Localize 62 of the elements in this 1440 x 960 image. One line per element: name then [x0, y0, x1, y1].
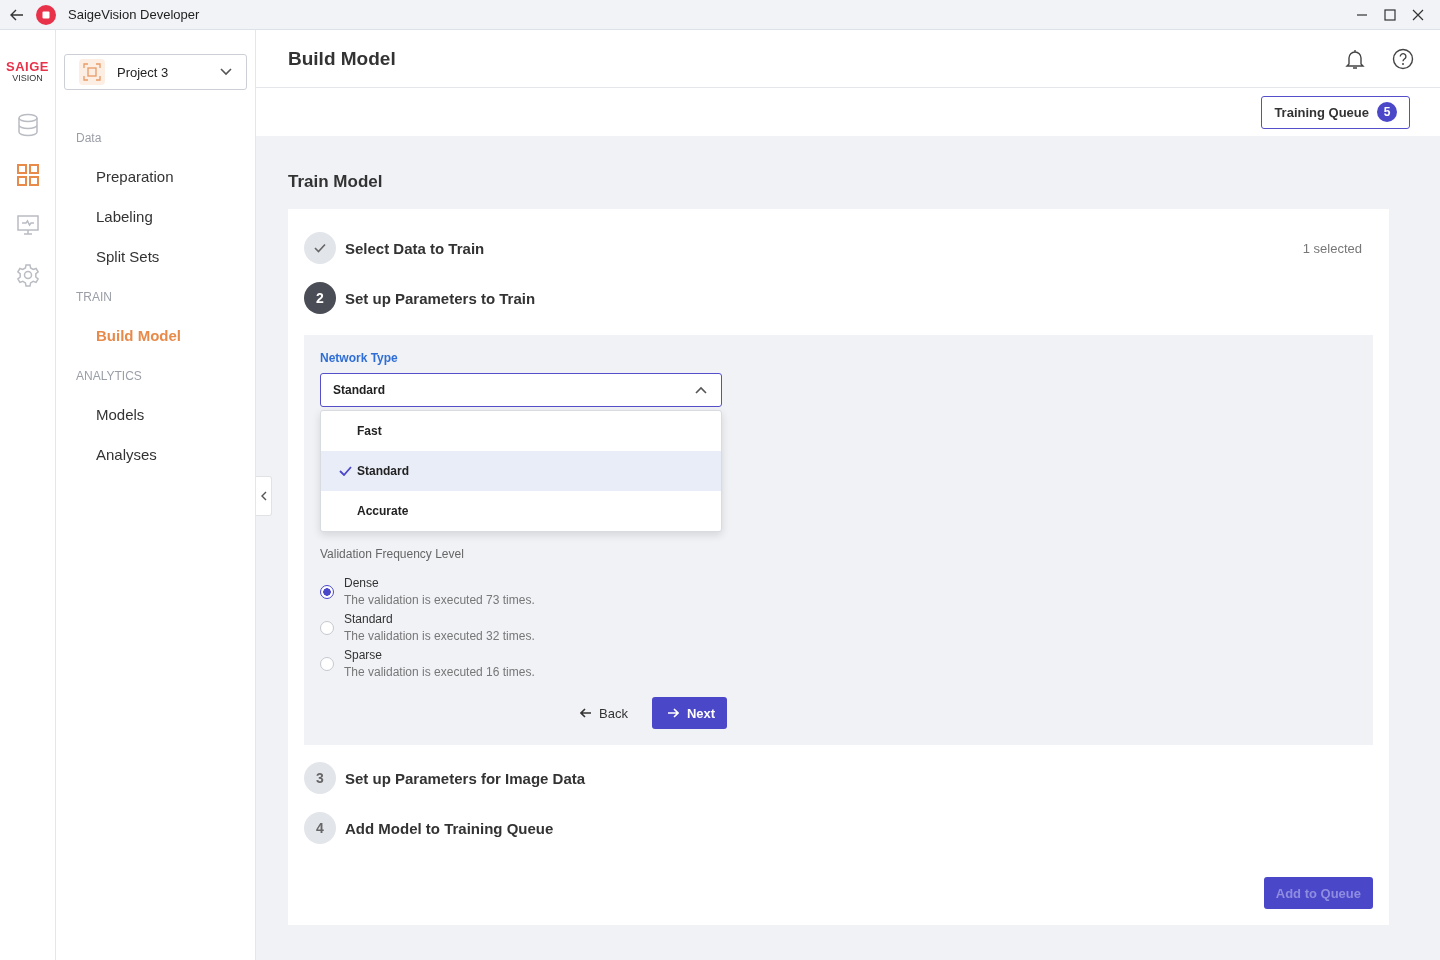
bell-icon[interactable] [1344, 47, 1366, 70]
chevron-down-icon [220, 68, 232, 76]
step-number: 3 [304, 762, 336, 794]
database-icon[interactable] [15, 113, 40, 137]
grid-icon[interactable] [15, 163, 40, 187]
option-label: Standard [357, 464, 409, 478]
step-title: Add Model to Training Queue [345, 819, 554, 837]
sidebar-item[interactable]: Analyses [64, 435, 247, 475]
count-badge: 5 [1377, 102, 1397, 122]
next-button[interactable]: Next [651, 697, 728, 729]
app-logo-icon [36, 4, 56, 25]
radio-label: Dense [344, 575, 380, 591]
option-label: Fast [357, 424, 382, 438]
step-number: 4 [304, 812, 336, 844]
sidebar-item[interactable]: Preparation [64, 157, 247, 197]
radio-label: Standard [344, 611, 394, 627]
option-label: Accurate [357, 504, 409, 518]
radio-label: Sparse [344, 647, 384, 663]
maximize-icon[interactable] [1384, 8, 1396, 21]
close-icon[interactable] [1412, 8, 1424, 21]
dropdown-option[interactable]: Accurate [321, 491, 721, 531]
logo-subtext: VISION [12, 73, 43, 83]
collapse-handle[interactable] [256, 476, 272, 516]
sidebar-item[interactable]: Labeling [64, 197, 247, 237]
chevron-left-icon [260, 491, 267, 501]
radio-button[interactable] [320, 585, 334, 599]
field-label: Validation Frequency Level [320, 547, 465, 561]
select-value: Standard [333, 383, 385, 397]
training-queue-button[interactable]: Training Queue 5 [1261, 95, 1410, 129]
logo-text: SAIGE [6, 60, 49, 73]
field-label: Network Type [320, 351, 399, 365]
project-icon [79, 59, 105, 85]
project-dropdown[interactable]: Project 3 [64, 54, 247, 90]
monitor-icon[interactable] [15, 213, 40, 237]
radio-description: The validation is executed 16 times. [344, 664, 535, 681]
step-number: 2 [304, 282, 336, 314]
selection-count: 1 selected [1302, 240, 1363, 256]
arrow-right-icon [666, 708, 679, 718]
section-title: Train Model [288, 172, 384, 192]
arrow-left-icon [580, 708, 592, 718]
project-name: Project 3 [117, 64, 170, 80]
check-icon [339, 466, 352, 476]
settings-icon[interactable] [15, 263, 40, 287]
step-title: Select Data to Train [345, 239, 485, 257]
dropdown-option[interactable]: Fast [321, 411, 721, 451]
network-type-select[interactable]: Standard [320, 373, 722, 407]
radio-description: The validation is executed 73 times. [344, 592, 535, 609]
back-arrow-icon[interactable] [10, 8, 24, 21]
page-title: Build Model [288, 47, 396, 70]
sidebar-heading: TRAIN [75, 289, 113, 306]
back-button[interactable]: Back [570, 697, 638, 729]
window-title: SaigeVision Developer [68, 7, 200, 22]
dropdown-option[interactable]: Standard [321, 451, 721, 491]
radio-description: The validation is executed 32 times. [344, 628, 535, 645]
sidebar-heading: Data [75, 130, 103, 147]
sidebar-item[interactable]: Split Sets [64, 237, 247, 277]
step-title: Set up Parameters to Train [345, 289, 536, 307]
step-title: Set up Parameters for Image Data [345, 769, 586, 787]
sidebar-item[interactable]: Models [64, 395, 247, 435]
chevron-icon [695, 386, 707, 394]
help-icon[interactable] [1392, 47, 1414, 70]
sidebar-heading: ANALYTICS [75, 368, 143, 385]
